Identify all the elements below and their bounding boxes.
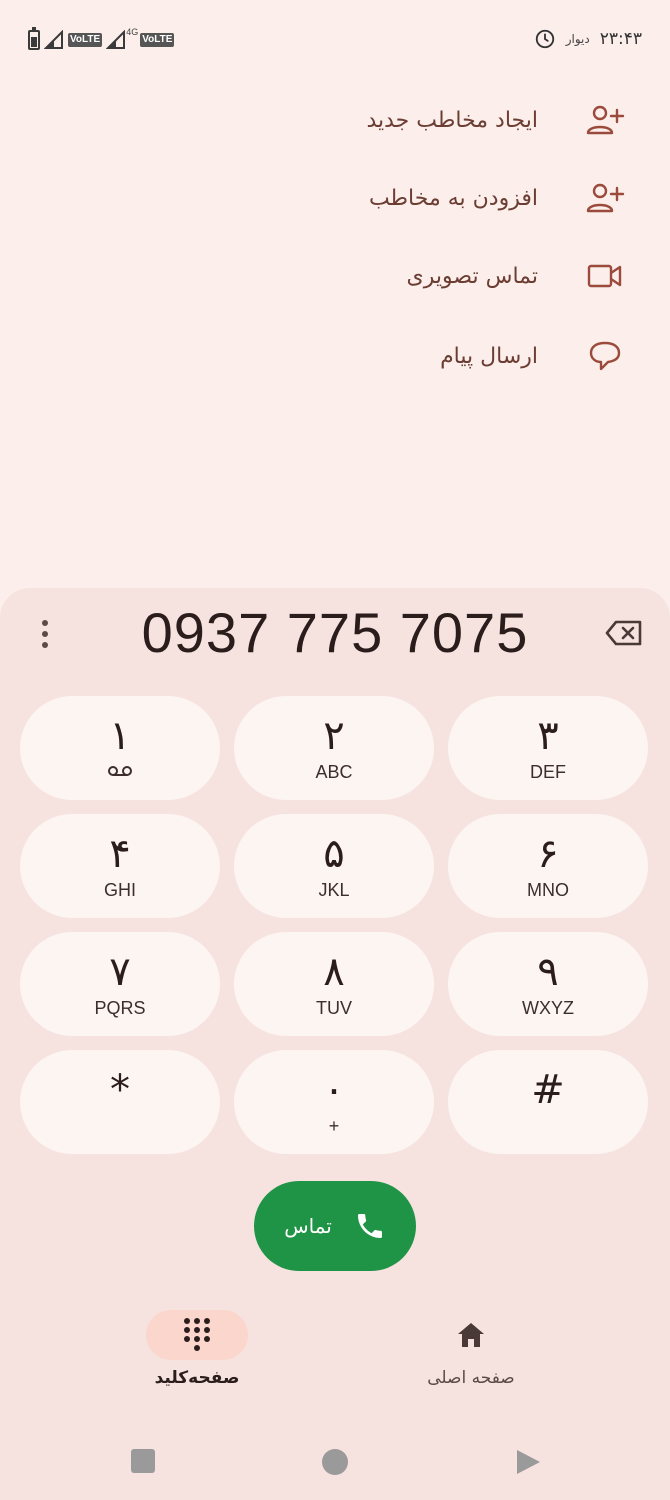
voicemail-icon <box>107 762 133 783</box>
key-1[interactable]: ۱ <box>20 696 220 800</box>
nav-label: صفحه اصلی <box>427 1368 515 1388</box>
backspace-icon <box>605 620 642 646</box>
key-letters: ABC <box>315 761 353 782</box>
menu-item-send-message[interactable]: ارسال پیام <box>440 326 630 386</box>
signal-icon <box>106 30 126 50</box>
key-letters: + <box>328 1115 340 1136</box>
clock-time: ۲۳:۴۳ <box>599 29 642 49</box>
square-icon <box>131 1449 155 1473</box>
nav-keypad[interactable]: صفحه‌کلید <box>146 1310 248 1388</box>
backspace-button[interactable] <box>604 618 644 648</box>
bottom-navigation: صفحه‌کلید صفحه اصلی <box>0 1310 670 1410</box>
menu-item-label: ایجاد مخاطب جدید <box>366 107 538 133</box>
key-4[interactable]: ۴ GHI <box>20 814 220 918</box>
key-digit: ۹ <box>537 948 559 995</box>
menu-item-create-contact[interactable]: ایجاد مخاطب جدید <box>366 90 630 150</box>
key-3[interactable]: ۳ DEF <box>448 696 648 800</box>
key-letters: JKL <box>318 879 350 900</box>
key-letters: MNO <box>527 879 569 900</box>
system-navigation-bar <box>0 1440 670 1484</box>
alarm-clock-icon <box>535 29 554 49</box>
key-digit: ۰ <box>323 1066 345 1113</box>
status-bar: VoLTE 4G VoLTE دیوار ۲۳:۴۳ <box>0 0 670 80</box>
triangle-back-icon <box>517 1450 540 1474</box>
key-hash[interactable]: # <box>448 1050 648 1154</box>
key-digit: ۴ <box>109 830 131 877</box>
key-digit: * <box>110 1067 130 1113</box>
back-button[interactable] <box>514 1448 542 1480</box>
key-7[interactable]: ۷ PQRS <box>20 932 220 1036</box>
signal-icon <box>44 30 64 50</box>
menu-item-label: افزودن به مخاطب <box>368 185 538 211</box>
key-digit: # <box>531 1067 565 1113</box>
network-type: 4G <box>126 27 139 37</box>
status-icons: VoLTE 4G VoLTE <box>28 27 175 50</box>
nav-label: صفحه‌کلید <box>154 1368 240 1388</box>
key-digit: ۶ <box>537 830 559 877</box>
key-digit: ۷ <box>109 948 131 995</box>
keypad-tab-pill <box>146 1310 248 1360</box>
key-0[interactable]: ۰ + <box>234 1050 434 1154</box>
more-options-button[interactable] <box>30 616 60 652</box>
key-star[interactable]: * <box>20 1050 220 1154</box>
key-letters: PQRS <box>94 997 146 1018</box>
call-button[interactable]: تماس <box>254 1181 416 1271</box>
dot <box>42 642 48 648</box>
key-9[interactable]: ۹ WXYZ <box>448 932 648 1036</box>
menu-item-label: ارسال پیام <box>440 343 538 369</box>
key-letters: GHI <box>103 879 136 900</box>
add-person-icon <box>580 178 630 218</box>
home-tab-pill <box>420 1310 522 1360</box>
key-letters: WXYZ <box>522 997 574 1018</box>
circle-icon <box>322 1449 348 1475</box>
key-8[interactable]: ۸ TUV <box>234 932 434 1036</box>
key-digit: ۳ <box>537 712 559 759</box>
video-camera-icon <box>580 256 630 296</box>
key-letters: DEF <box>530 761 566 782</box>
home-button[interactable] <box>321 1448 349 1480</box>
volte-badge: VoLTE <box>68 33 103 47</box>
carrier-name: دیوار <box>565 32 590 46</box>
key-digit: ۱ <box>109 712 131 759</box>
dot <box>42 631 48 637</box>
status-right: دیوار ۲۳:۴۳ <box>534 28 642 50</box>
add-person-icon <box>580 100 630 140</box>
menu-item-add-to-contact[interactable]: افزودن به مخاطب <box>369 168 630 228</box>
dialed-number[interactable]: 0937 775 7075 <box>80 600 590 665</box>
dot <box>42 620 48 626</box>
key-5[interactable]: ۵ JKL <box>234 814 434 918</box>
call-label: تماس <box>284 1214 332 1238</box>
recent-apps-button[interactable] <box>130 1448 156 1478</box>
key-digit: ۵ <box>323 830 345 877</box>
key-6[interactable]: ۶ MNO <box>448 814 648 918</box>
key-2[interactable]: ۲ ABC <box>234 696 434 800</box>
phone-icon <box>357 1214 382 1238</box>
battery-icon <box>28 27 40 50</box>
dialpad-icon <box>184 1318 210 1351</box>
key-letters: TUV <box>316 997 352 1018</box>
nav-home[interactable]: صفحه اصلی <box>420 1310 522 1388</box>
key-digit: ۲ <box>323 712 345 759</box>
message-bubble-icon <box>580 336 630 376</box>
key-digit: ۸ <box>323 948 345 995</box>
home-icon <box>458 1323 484 1347</box>
menu-item-video-call[interactable]: تماس تصویری <box>407 246 630 306</box>
menu-item-label: تماس تصویری <box>406 263 538 289</box>
volte-badge: VoLTE <box>140 33 175 47</box>
